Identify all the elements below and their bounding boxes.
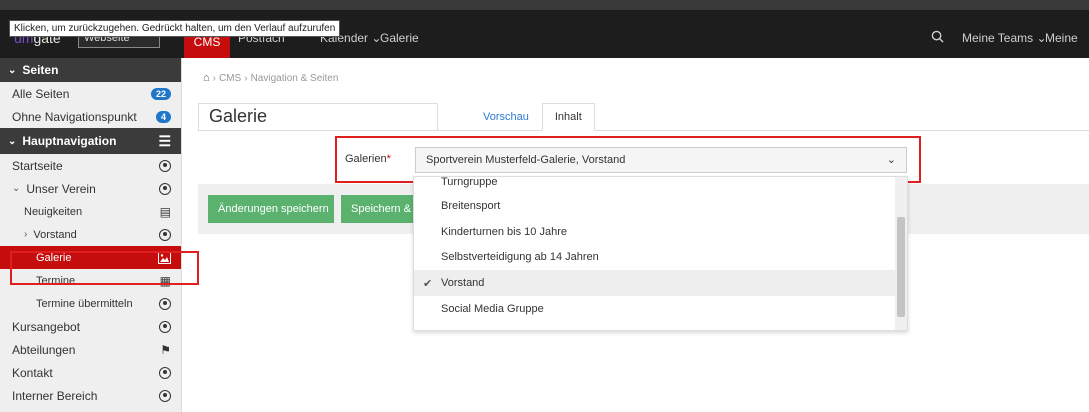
chevron-down-icon: ⌄ bbox=[12, 183, 21, 194]
sidebar-item-label: Kursangebot bbox=[12, 319, 81, 334]
radio-icon bbox=[159, 182, 171, 195]
dropdown-option[interactable]: Selbstverteidigung ab 14 Jahren bbox=[414, 245, 907, 271]
radio-icon bbox=[159, 320, 171, 333]
back-button-tooltip: Klicken, um zurückzugehen. Gedrückt halt… bbox=[9, 20, 341, 37]
breadcrumb-separator: › bbox=[244, 72, 248, 84]
flag-icon: ⚑ bbox=[160, 342, 171, 357]
nav-galerie[interactable]: Galerie bbox=[380, 31, 419, 45]
chevron-down-icon: ⌄ bbox=[8, 64, 17, 76]
dropdown-option[interactable]: Turngruppe bbox=[414, 176, 907, 193]
sidebar-item-unser-verein[interactable]: ⌄ Unser Verein bbox=[0, 177, 181, 200]
sidebar-item-label: Unser Verein bbox=[26, 181, 96, 196]
sidebar-item-label: Interner Bereich bbox=[12, 388, 98, 403]
sidebar-item-termine-uebermitteln[interactable]: Termine übermitteln bbox=[0, 292, 181, 315]
radio-icon bbox=[159, 159, 171, 172]
tab-vorschau[interactable]: Vorschau bbox=[470, 103, 542, 131]
option-label: Selbstverteidigung ab 14 Jahren bbox=[441, 251, 599, 264]
chevron-down-icon: ⌄ bbox=[8, 135, 17, 147]
sidebar-item-label: Termine übermitteln bbox=[36, 297, 133, 310]
sidebar-item-label: Vorstand bbox=[33, 228, 77, 241]
breadcrumb-separator: › bbox=[212, 72, 216, 84]
sidebar-item-vorstand[interactable]: › Vorstand bbox=[0, 223, 181, 246]
galerien-dropdown: Turngruppe Breitensport Kinderturnen bis… bbox=[413, 176, 908, 331]
sidebar-item-kontakt[interactable]: Kontakt bbox=[0, 361, 181, 384]
tab-inhalt[interactable]: Inhalt bbox=[541, 103, 595, 131]
dropdown-scrollbar[interactable] bbox=[895, 177, 907, 330]
content-tabs: Vorschau Inhalt bbox=[470, 103, 595, 131]
sidebar-item-all-pages[interactable]: Alle Seiten 22 bbox=[0, 82, 181, 105]
dropdown-option[interactable]: Kinderturnen bis 10 Jahre bbox=[414, 219, 907, 245]
dropdown-option[interactable]: Social Media Gruppe bbox=[414, 296, 907, 322]
section-label: Seiten bbox=[22, 63, 59, 77]
dropdown-option[interactable]: Breitensport bbox=[414, 193, 907, 219]
option-label: Breitensport bbox=[441, 199, 501, 212]
option-label: Turngruppe bbox=[441, 176, 498, 188]
save-changes-button[interactable]: Änderungen speichern bbox=[208, 195, 334, 223]
radio-icon bbox=[159, 228, 171, 241]
my-teams-menu[interactable]: Meine Teams ⌄ bbox=[962, 31, 1047, 45]
more-menu[interactable]: Meine bbox=[1045, 31, 1078, 45]
dropdown-option-selected[interactable]: ✔ Vorstand bbox=[414, 270, 907, 297]
radio-icon bbox=[159, 366, 171, 379]
sidebar-item-no-nav[interactable]: Ohne Navigationspunkt 4 bbox=[0, 105, 181, 128]
count-badge: 4 bbox=[155, 110, 171, 123]
option-label: Vorstand bbox=[441, 277, 485, 290]
home-icon[interactable]: ⌂ bbox=[203, 72, 210, 84]
chevron-right-icon: › bbox=[24, 229, 28, 240]
my-teams-label: Meine Teams bbox=[962, 31, 1034, 45]
sidebar-item-kursangebot[interactable]: Kursangebot bbox=[0, 315, 181, 338]
sidebar-item-label: Alle Seiten bbox=[12, 86, 70, 101]
scrollbar-thumb[interactable] bbox=[897, 217, 905, 317]
sidebar-item-label: Startseite bbox=[12, 158, 63, 173]
sidebar-item-label: Abteilungen bbox=[12, 342, 76, 357]
page-title: Galerie bbox=[198, 103, 438, 131]
breadcrumb: ⌂ › CMS › Navigation & Seiten bbox=[203, 72, 338, 84]
sidebar: ⌄ Seiten Alle Seiten 22 Ohne Navigations… bbox=[0, 58, 182, 412]
sidebar-item-interner-bereich[interactable]: Interner Bereich bbox=[0, 384, 181, 407]
hamburger-menu-icon[interactable]: ☰ bbox=[158, 133, 171, 150]
news-icon: ▤ bbox=[159, 204, 171, 219]
radio-icon bbox=[159, 389, 171, 402]
radio-icon bbox=[159, 297, 171, 310]
sidebar-item-label: Neuigkeiten bbox=[24, 205, 83, 218]
checkmark-icon: ✔ bbox=[423, 277, 433, 290]
sidebar-item-label: Ohne Navigationspunkt bbox=[12, 109, 137, 124]
browser-strip bbox=[0, 0, 1089, 10]
search-icon[interactable] bbox=[931, 30, 944, 43]
sidebar-item-neuigkeiten[interactable]: Neuigkeiten ▤ bbox=[0, 200, 181, 223]
option-label: Social Media Gruppe bbox=[441, 303, 544, 316]
sidebar-item-label: Kontakt bbox=[12, 365, 53, 380]
count-badge: 22 bbox=[150, 87, 171, 100]
breadcrumb-cms[interactable]: CMS bbox=[219, 73, 241, 84]
option-label: Kinderturnen bis 10 Jahre bbox=[441, 225, 567, 238]
sidebar-section-main-nav[interactable]: ⌄ Hauptnavigation ☰ bbox=[0, 128, 181, 154]
sidebar-item-abteilungen[interactable]: Abteilungen ⚑ bbox=[0, 338, 181, 361]
sidebar-section-pages[interactable]: ⌄ Seiten bbox=[0, 58, 181, 82]
highlight-galerie-sidebar bbox=[10, 251, 199, 285]
save-and-button[interactable]: Speichern & bbox=[341, 195, 414, 223]
sidebar-item-startseite[interactable]: Startseite bbox=[0, 154, 181, 177]
breadcrumb-nav-pages[interactable]: Navigation & Seiten bbox=[251, 73, 339, 84]
section-label: Hauptnavigation bbox=[22, 134, 117, 148]
